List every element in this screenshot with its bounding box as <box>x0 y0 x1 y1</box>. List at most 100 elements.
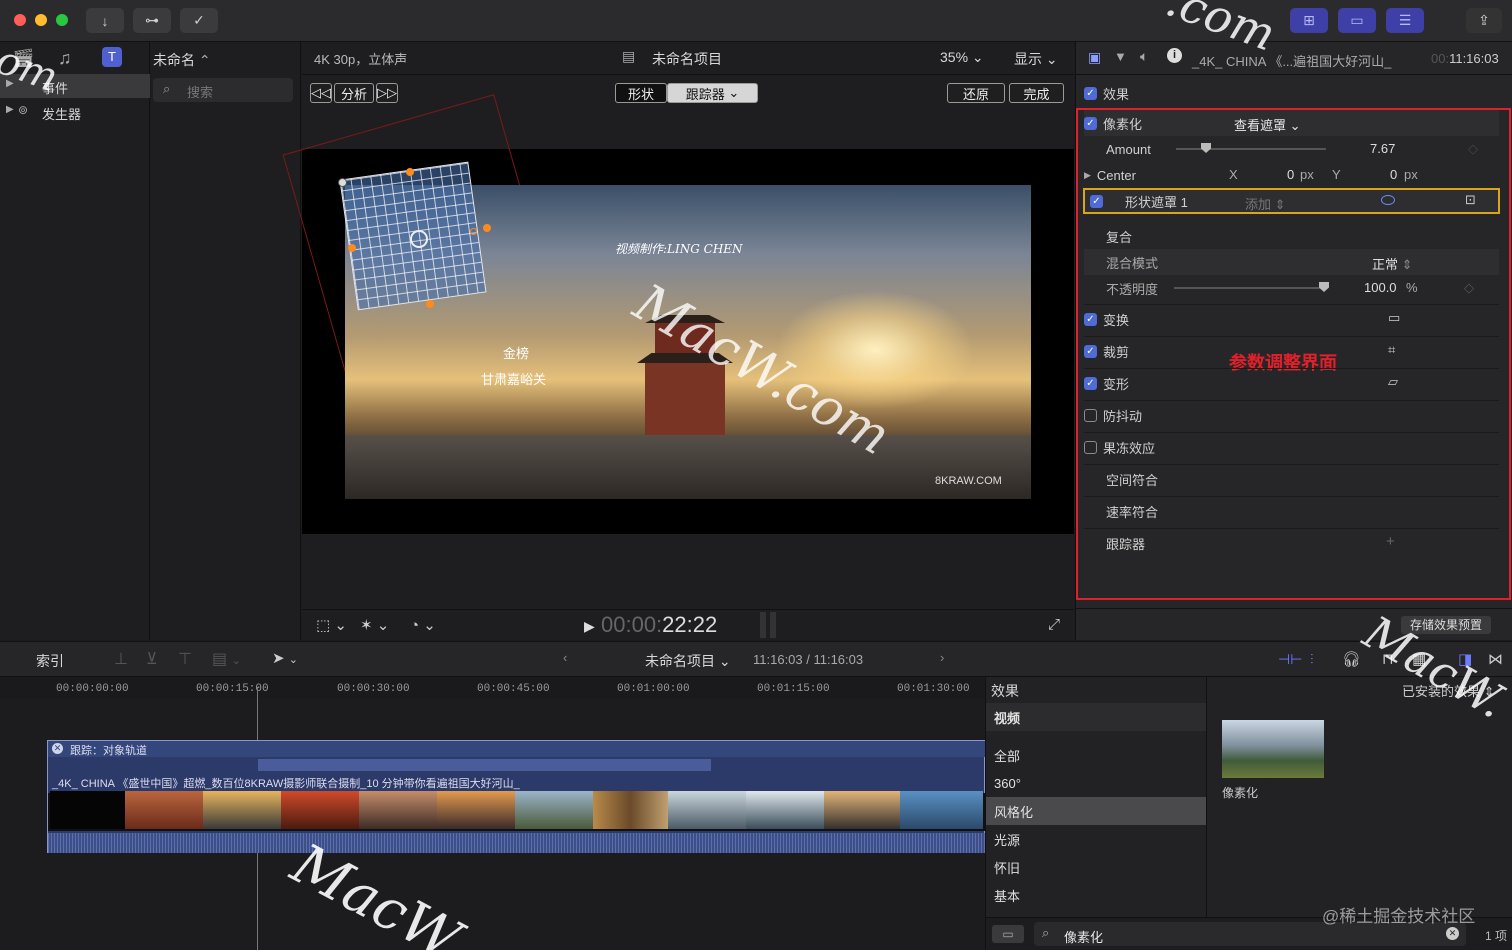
crop-icon[interactable]: ⌗ <box>1388 342 1395 358</box>
opacity-slider-knob[interactable] <box>1319 282 1329 292</box>
project-menu[interactable]: 未命名项目 ⌄ <box>645 651 731 671</box>
sidebar-toggle-button[interactable]: ▭ <box>992 925 1024 943</box>
play-button[interactable]: ▶ <box>584 618 595 635</box>
mask-control-point[interactable] <box>348 244 356 252</box>
share-button[interactable]: ⇪ <box>1466 8 1502 33</box>
disclosure-triangle-icon[interactable]: ▶ <box>6 104 14 115</box>
mask-center-handle[interactable] <box>410 230 428 248</box>
back-button[interactable]: ‹ <box>563 650 567 665</box>
sidebar-item-events[interactable]: ▶ 事件 <box>0 74 150 98</box>
blend-mode-select[interactable]: 正常 ⇕ <box>1372 254 1413 273</box>
installed-effects-menu[interactable]: 已安装的效果 ⇕ <box>1402 681 1495 700</box>
amount-slider[interactable] <box>1176 143 1326 153</box>
browser-title[interactable]: 未命名 ⌃ <box>153 50 211 70</box>
stabilize-checkbox[interactable] <box>1084 408 1097 422</box>
close-tracker-icon[interactable]: ✕ <box>52 743 63 754</box>
tracked-range[interactable] <box>258 759 711 771</box>
transform-tool-menu[interactable]: ⬚ ⌄ <box>316 616 347 634</box>
crop-checkbox[interactable]: ✓ <box>1084 344 1097 358</box>
timecode-display[interactable]: 00:00:22:22 <box>601 612 717 638</box>
clip-appearance-icon[interactable]: ▦ <box>1412 650 1426 668</box>
spatial-conform-row[interactable]: 空间符合 <box>1084 466 1499 492</box>
insert-clip-icon[interactable]: ⊻ <box>146 649 158 669</box>
inspector-toggle-button[interactable]: ☰ <box>1386 8 1424 33</box>
browser-toggle-button[interactable]: ⊞ <box>1290 8 1328 33</box>
distort-row[interactable]: ✓ 变形 ▱ <box>1084 370 1499 396</box>
mask-control-point[interactable] <box>426 300 434 308</box>
step-forward-button[interactable]: ▷▷ <box>376 83 398 103</box>
distort-checkbox[interactable]: ✓ <box>1084 376 1097 390</box>
pixelate-checkbox[interactable]: ✓ <box>1084 116 1097 130</box>
forward-button[interactable]: › <box>940 650 944 665</box>
mask-feather-point[interactable] <box>470 228 477 235</box>
keyframe-icon[interactable]: ◇ <box>1464 280 1474 296</box>
fx-category-light[interactable]: 光源 <box>986 825 1206 853</box>
fx-category-video[interactable]: 视频 <box>986 703 1206 731</box>
tab-tracker[interactable]: 跟踪器 ⌄ <box>667 83 758 103</box>
keyframe-icon[interactable]: ◇ <box>1468 141 1478 157</box>
distort-icon[interactable]: ▱ <box>1388 374 1398 390</box>
connect-clip-icon[interactable]: ⊥ <box>114 649 128 669</box>
fullscreen-button[interactable]: ⤢ <box>1048 616 1060 633</box>
sidebar-item-generators[interactable]: ▶ ⊚ 发生器 <box>0 100 150 124</box>
mask-control-point[interactable] <box>483 224 491 232</box>
retime-menu[interactable]: ◔ ⌄ <box>410 616 436 634</box>
shape-mask-checkbox[interactable]: ✓ <box>1090 194 1103 208</box>
mask-transform-icon[interactable]: ⊡ <box>1465 192 1476 208</box>
rolling-shutter-checkbox[interactable] <box>1084 440 1097 454</box>
audio-skimming-icon[interactable]: ⫶ <box>1310 651 1314 668</box>
clapper-icon[interactable]: 🎬︎ <box>12 48 35 69</box>
fx-category-basics[interactable]: 基本 <box>986 881 1206 909</box>
add-tracker-icon[interactable]: + <box>1386 533 1395 550</box>
disclosure-triangle-icon[interactable]: ▶ <box>1084 170 1091 181</box>
tab-shape[interactable]: 形状 <box>615 83 667 103</box>
close-window-button[interactable] <box>14 14 26 26</box>
zoom-window-button[interactable] <box>56 14 68 26</box>
center-y-value[interactable]: 0 <box>1390 167 1397 182</box>
view-mask-menu[interactable]: 查看遮罩 ⌄ <box>1234 115 1301 134</box>
stabilize-row[interactable]: 防抖动 <box>1084 402 1499 428</box>
append-clip-icon[interactable]: ⊤ <box>178 649 192 669</box>
keywords-button[interactable]: ⊶ <box>133 8 171 33</box>
amount-value[interactable]: 7.67 <box>1370 141 1395 156</box>
disclosure-triangle-icon[interactable]: ▶ <box>6 78 14 89</box>
tracker-row[interactable]: 跟踪器 + <box>1084 530 1499 556</box>
background-tasks-button[interactable]: ✓ <box>180 8 218 33</box>
video-inspector-icon[interactable]: ▣ <box>1088 49 1101 66</box>
enhance-menu[interactable]: ✶ ⌄ <box>360 616 389 634</box>
search-input[interactable]: ⌕ 搜索 <box>153 78 293 102</box>
timeline-ruler[interactable]: 00:00:00:00 00:00:15:00 00:00:30:00 00:0… <box>0 677 985 699</box>
import-button[interactable]: ↓ <box>86 8 124 33</box>
rate-conform-row[interactable]: 速率符合 <box>1084 498 1499 524</box>
rolling-shutter-row[interactable]: 果冻效应 <box>1084 434 1499 460</box>
pixelate-effect-row[interactable]: ✓ 像素化 查看遮罩 ⌄ <box>1084 110 1499 136</box>
fx-category-stylize[interactable]: 风格化 <box>986 797 1206 825</box>
transform-row[interactable]: ✓ 变换 ▭ <box>1084 306 1499 332</box>
snapping-icon[interactable]: ⊓ <box>1382 650 1394 668</box>
mask-rotation-handle[interactable] <box>338 178 347 187</box>
opacity-value[interactable]: 100.0 <box>1364 280 1397 295</box>
restore-button[interactable]: 还原 <box>947 83 1005 103</box>
center-x-value[interactable]: 0 <box>1287 167 1294 182</box>
overwrite-clip-menu[interactable]: ▤ ⌄ <box>212 649 241 669</box>
index-button[interactable]: 索引 <box>36 651 64 671</box>
transitions-browser-icon[interactable]: ⋈ <box>1488 650 1503 668</box>
minimize-window-button[interactable] <box>35 14 47 26</box>
effects-checkbox[interactable]: ✓ <box>1084 86 1097 100</box>
color-inspector-icon[interactable]: ▼ <box>1114 49 1127 64</box>
select-tool-menu[interactable]: ➤ ⌄ <box>272 649 298 667</box>
add-menu[interactable]: 添加 ⇕ <box>1245 194 1286 213</box>
shape-mask-row[interactable]: ✓ 形状遮罩 1 添加 ⇕ ⊡ <box>1083 188 1500 214</box>
amount-slider-knob[interactable] <box>1201 143 1211 153</box>
skimming-icon[interactable]: ⊣⊢ <box>1278 651 1302 668</box>
ellipse-shape-icon[interactable] <box>1381 195 1395 205</box>
effects-header[interactable]: ✓ 效果 <box>1084 80 1284 106</box>
solo-icon[interactable]: 🎧︎ <box>1342 650 1361 668</box>
titles-generators-icon[interactable]: T <box>102 47 122 67</box>
tracker-bar[interactable]: ✕ 跟踪：对象轨道 <box>48 741 986 757</box>
fx-category-retro[interactable]: 怀旧 <box>986 853 1206 881</box>
display-menu[interactable]: 显示 ⌄ <box>1014 49 1058 69</box>
audio-inspector-icon[interactable]: 🔈︎ <box>1140 48 1148 65</box>
effects-browser-icon[interactable]: ◨ <box>1458 650 1472 668</box>
photos-audio-icon[interactable]: ♫ <box>58 48 72 69</box>
